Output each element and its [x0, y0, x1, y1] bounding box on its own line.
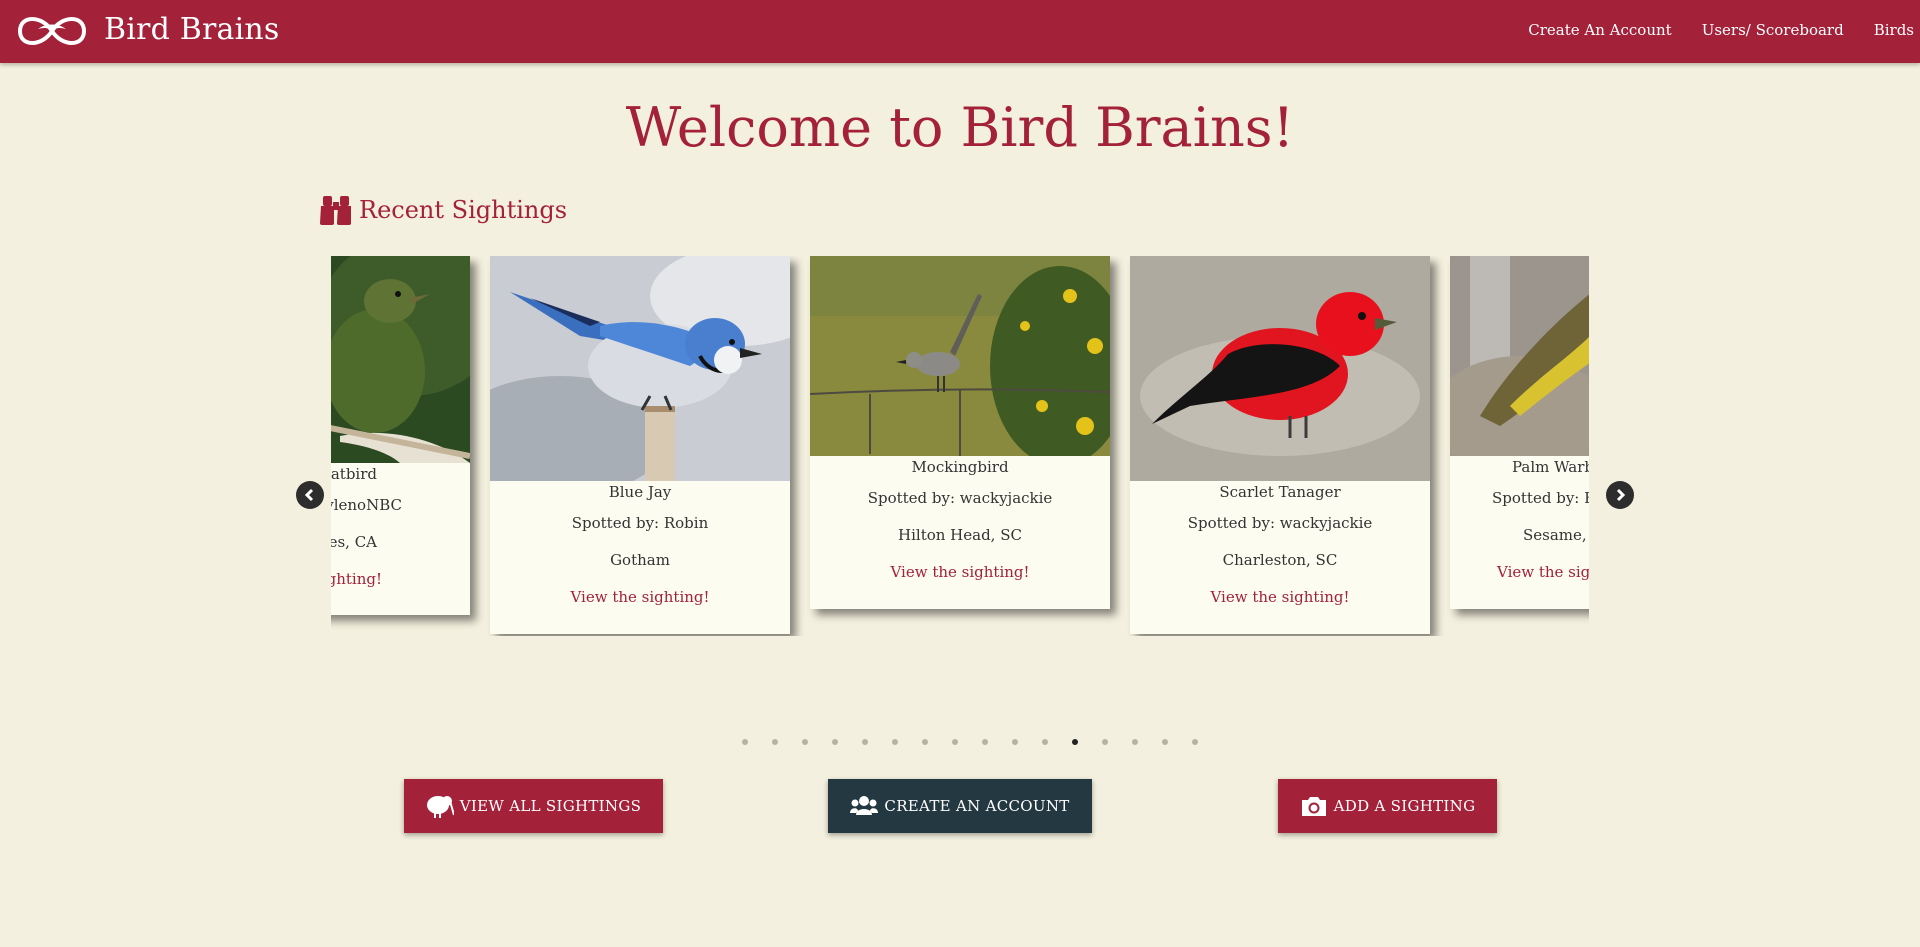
card-spotted-by: Spotted by: Robin	[571, 514, 709, 532]
card-spotted-by: Spotted by: wackyjackie	[867, 489, 1053, 507]
card-spotted-by: ylenoNBC	[331, 496, 402, 514]
card-bird-name: Mockingbird	[911, 458, 1009, 476]
sighting-card-blue-jay[interactable]: Blue Jay Spotted by: Robin Gotham View t…	[490, 256, 790, 634]
carousel-prev-button[interactable]	[296, 481, 324, 509]
sighting-card-catbird[interactable]: atbird ylenoNBC es, CA ghting!	[331, 256, 470, 615]
recent-sightings-heading: Recent Sightings	[319, 194, 567, 226]
carousel-dot[interactable]	[1072, 739, 1078, 745]
nav-links: Create An Account Users/ Scoreboard Bird…	[1528, 21, 1914, 39]
card-location: Sesame, S	[1523, 526, 1589, 544]
carousel-dot[interactable]	[1162, 739, 1168, 745]
nav-users-scoreboard[interactable]: Users/ Scoreboard	[1702, 21, 1844, 39]
nav-birds[interactable]: Birds	[1874, 21, 1914, 39]
view-sighting-link[interactable]: View the sigh	[1450, 554, 1589, 591]
carousel-dot[interactable]	[832, 739, 838, 745]
brand-title[interactable]: Bird Brains	[104, 12, 280, 47]
card-spotted-by: Spotted by: wackyjackie	[1187, 514, 1373, 532]
carousel-dot[interactable]	[1192, 739, 1198, 745]
binoculars-icon	[320, 196, 351, 225]
recent-sightings-label: Recent Sightings	[359, 196, 568, 224]
sighting-card-scarlet-tanager[interactable]: Scarlet Tanager Spotted by: wackyjackie …	[1130, 256, 1430, 634]
add-sighting-button[interactable]: ADD A SIGHTING	[1278, 779, 1497, 833]
view-sighting-link[interactable]: View the sighting!	[810, 554, 1110, 591]
palm-warbler-photo	[1450, 256, 1589, 456]
chevron-left-icon	[304, 488, 314, 502]
carousel-dot[interactable]	[1042, 739, 1048, 745]
carousel-dot[interactable]	[1102, 739, 1108, 745]
nav-create-account[interactable]: Create An Account	[1528, 21, 1671, 39]
mockingbird-photo	[810, 256, 1110, 456]
carousel-dot[interactable]	[1132, 739, 1138, 745]
card-location: es, CA	[331, 533, 377, 551]
card-spotted-by: Spotted by: Bi	[1492, 489, 1589, 507]
card-bird-name: atbird	[331, 465, 377, 483]
card-bird-name: Blue Jay	[608, 483, 672, 501]
carousel-dot[interactable]	[952, 739, 958, 745]
catbird-photo	[331, 256, 470, 463]
view-sighting-link[interactable]: View the sighting!	[1130, 579, 1430, 616]
view-all-sightings-button[interactable]: VIEW ALL SIGHTINGS	[404, 779, 663, 833]
users-icon	[850, 796, 879, 815]
view-all-sightings-label: VIEW ALL SIGHTINGS	[459, 797, 642, 815]
blue-jay-photo	[490, 256, 790, 481]
card-bird-name: Scarlet Tanager	[1219, 483, 1341, 501]
sighting-card-palm-warbler[interactable]: Palm Warb Spotted by: Bi Sesame, S View …	[1450, 256, 1589, 609]
carousel-dot[interactable]	[1012, 739, 1018, 745]
carousel-dot[interactable]	[742, 739, 748, 745]
top-navbar: Bird Brains Create An Account Users/ Sco…	[0, 0, 1920, 63]
scarlet-tanager-photo	[1130, 256, 1430, 481]
carousel-dot[interactable]	[982, 739, 988, 745]
card-location: Charleston, SC	[1222, 551, 1338, 569]
carousel-dot[interactable]	[892, 739, 898, 745]
sighting-card-mockingbird[interactable]: Mockingbird Spotted by: wackyjackie Hilt…	[810, 256, 1110, 609]
page-title: Welcome to Bird Brains!	[625, 96, 1295, 159]
add-sighting-label: ADD A SIGHTING	[1333, 797, 1476, 815]
card-location: Hilton Head, SC	[898, 526, 1022, 544]
carousel-dot[interactable]	[922, 739, 928, 745]
carousel-dot[interactable]	[802, 739, 808, 745]
card-location: Gotham	[610, 551, 670, 569]
carousel-dot[interactable]	[862, 739, 868, 745]
carousel-pagination	[742, 739, 1198, 745]
infinity-bird-logo-icon[interactable]	[16, 9, 88, 53]
camera-icon	[1301, 797, 1326, 816]
view-sighting-link[interactable]: View the sighting!	[490, 579, 790, 616]
create-account-label: CREATE AN ACCOUNT	[884, 797, 1070, 815]
view-sighting-link[interactable]: ghting!	[331, 561, 470, 598]
card-bird-name: Palm Warb	[1512, 458, 1589, 476]
sightings-carousel[interactable]: atbird ylenoNBC es, CA ghting! Blue Jay …	[331, 256, 1589, 636]
chevron-right-icon	[1616, 488, 1626, 502]
kiwi-bird-icon	[426, 796, 454, 818]
create-account-button[interactable]: CREATE AN ACCOUNT	[828, 779, 1092, 833]
carousel-next-button[interactable]	[1606, 481, 1634, 509]
carousel-dot[interactable]	[772, 739, 778, 745]
